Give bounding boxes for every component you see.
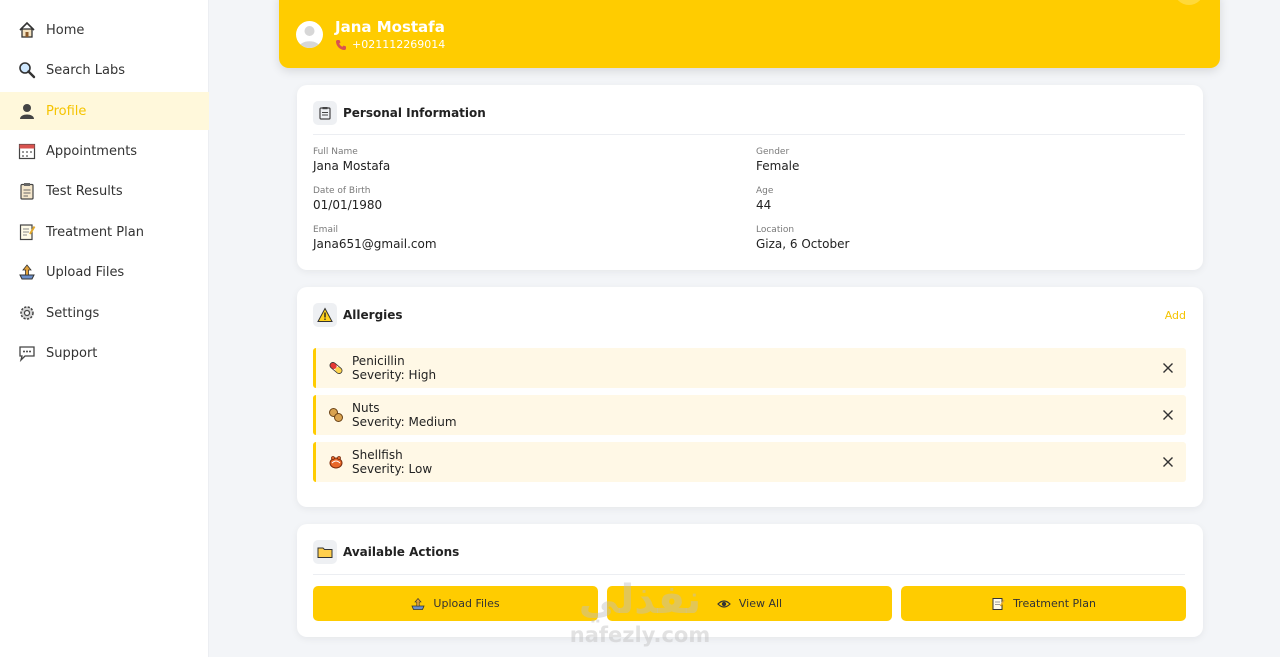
field-value: 01/01/1980 (313, 198, 383, 212)
allergy-severity: Severity: Low (352, 462, 433, 476)
allergies-card: Allergies Add Penicillin Severity: High … (297, 287, 1203, 507)
personal-information-card: Personal Information Full Name Jana Most… (297, 85, 1203, 270)
divider (313, 134, 1185, 135)
button-label: Upload Files (433, 597, 500, 610)
field-label: Gender (756, 147, 790, 157)
sidebar-item-label: Appointments (46, 143, 138, 159)
allergy-severity: Severity: Medium (352, 415, 457, 429)
sidebar-item-label: Search Labs (46, 62, 126, 78)
close-icon[interactable] (1160, 454, 1176, 470)
avatar-placeholder-icon (299, 26, 320, 48)
pill-icon (328, 360, 344, 376)
card-header: Personal Information (313, 101, 486, 125)
calendar-icon (18, 142, 36, 160)
sidebar-item-profile[interactable]: Profile (0, 92, 209, 130)
header-action-button[interactable] (1174, 0, 1204, 5)
sidebar-item-support[interactable]: Support (0, 334, 209, 372)
sidebar-item-label: Treatment Plan (46, 224, 144, 240)
sidebar-item-label: Profile (46, 103, 87, 119)
clipboard-icon (18, 182, 36, 200)
peanut-icon (328, 407, 344, 423)
sidebar-item-upload-files[interactable]: Upload Files (0, 253, 209, 291)
phone-icon (336, 39, 346, 50)
button-label: View All (738, 597, 783, 610)
divider (313, 574, 1185, 575)
date-of-birth-field: Date of Birth 01/01/1980 (313, 186, 382, 212)
button-label: Treatment Plan (1013, 597, 1096, 610)
allergy-name: Nuts (352, 401, 380, 415)
phone-number: +021112269014 (352, 38, 446, 51)
sidebar-item-label: Support (46, 345, 98, 361)
avatar (296, 21, 323, 48)
sidebar-item-test-results[interactable]: Test Results (0, 172, 209, 210)
memo-icon (18, 223, 36, 241)
eye-icon (717, 599, 731, 608)
close-icon[interactable] (1160, 407, 1176, 423)
field-value: Giza, 6 October (756, 237, 850, 251)
age-field: Age 44 (756, 186, 773, 212)
allergy-item: Penicillin Severity: High (313, 348, 1186, 388)
upload-files-button[interactable]: Upload Files (313, 586, 598, 621)
upload-icon (18, 263, 36, 281)
add-allergy-button[interactable]: Add (1165, 309, 1186, 322)
allergy-severity: Severity: High (352, 368, 437, 382)
field-value: Jana651@gmail.com (313, 237, 437, 251)
sidebar-item-label: Upload Files (46, 264, 125, 280)
sidebar-item-home[interactable]: Home (0, 11, 209, 49)
treatment-plan-button[interactable]: Treatment Plan (901, 586, 1186, 621)
field-value: Jana Mostafa (313, 159, 391, 173)
warning-icon (313, 303, 337, 327)
card-title: Personal Information (343, 106, 486, 120)
allergy-item: Nuts Severity: Medium (313, 395, 1186, 435)
field-label: Date of Birth (313, 186, 371, 196)
view-all-button[interactable]: View All (607, 586, 892, 621)
gear-icon (18, 304, 36, 322)
sidebar: Home Search Labs Profile Appointments Te… (0, 0, 209, 657)
full-name-field: Full Name Jana Mostafa (313, 147, 390, 173)
memo-icon (992, 597, 1005, 610)
field-label: Location (756, 225, 795, 235)
allergy-item: Shellfish Severity: Low (313, 442, 1186, 482)
card-title: Available Actions (343, 545, 460, 559)
chat-icon (18, 344, 36, 362)
shellfish-icon (328, 454, 344, 470)
sidebar-item-treatment-plan[interactable]: Treatment Plan (0, 213, 209, 251)
clipboard-icon (313, 101, 337, 125)
patient-name: Jana Mostafa (335, 18, 445, 36)
patient-phone: +021112269014 (335, 38, 445, 51)
profile-header: Jana Mostafa +021112269014 (279, 0, 1220, 68)
sidebar-item-search-labs[interactable]: Search Labs (0, 51, 209, 89)
field-label: Email (313, 225, 338, 235)
close-icon[interactable] (1160, 360, 1176, 376)
gender-field: Gender Female (756, 147, 799, 173)
available-actions-card: Available Actions Upload Files View All … (297, 524, 1203, 637)
sidebar-item-label: Settings (46, 305, 100, 321)
sidebar-item-label: Test Results (46, 183, 123, 199)
search-icon (18, 61, 36, 79)
allergy-name: Shellfish (352, 448, 403, 462)
field-label: Full Name (313, 147, 358, 157)
folder-icon (313, 540, 337, 564)
home-icon (18, 21, 36, 39)
email-field: Email Jana651@gmail.com (313, 225, 437, 251)
user-icon (18, 102, 36, 120)
upload-icon (411, 597, 426, 610)
field-value: Female (756, 159, 800, 173)
card-header: Available Actions (313, 540, 459, 564)
field-value: 44 (756, 198, 772, 212)
field-label: Age (756, 186, 774, 196)
sidebar-item-settings[interactable]: Settings (0, 294, 209, 332)
card-title: Allergies (343, 308, 403, 322)
allergy-name: Penicillin (352, 354, 405, 368)
sidebar-item-appointments[interactable]: Appointments (0, 132, 209, 170)
card-header: Allergies (313, 303, 403, 327)
location-field: Location Giza, 6 October (756, 225, 849, 251)
sidebar-item-label: Home (46, 22, 85, 38)
